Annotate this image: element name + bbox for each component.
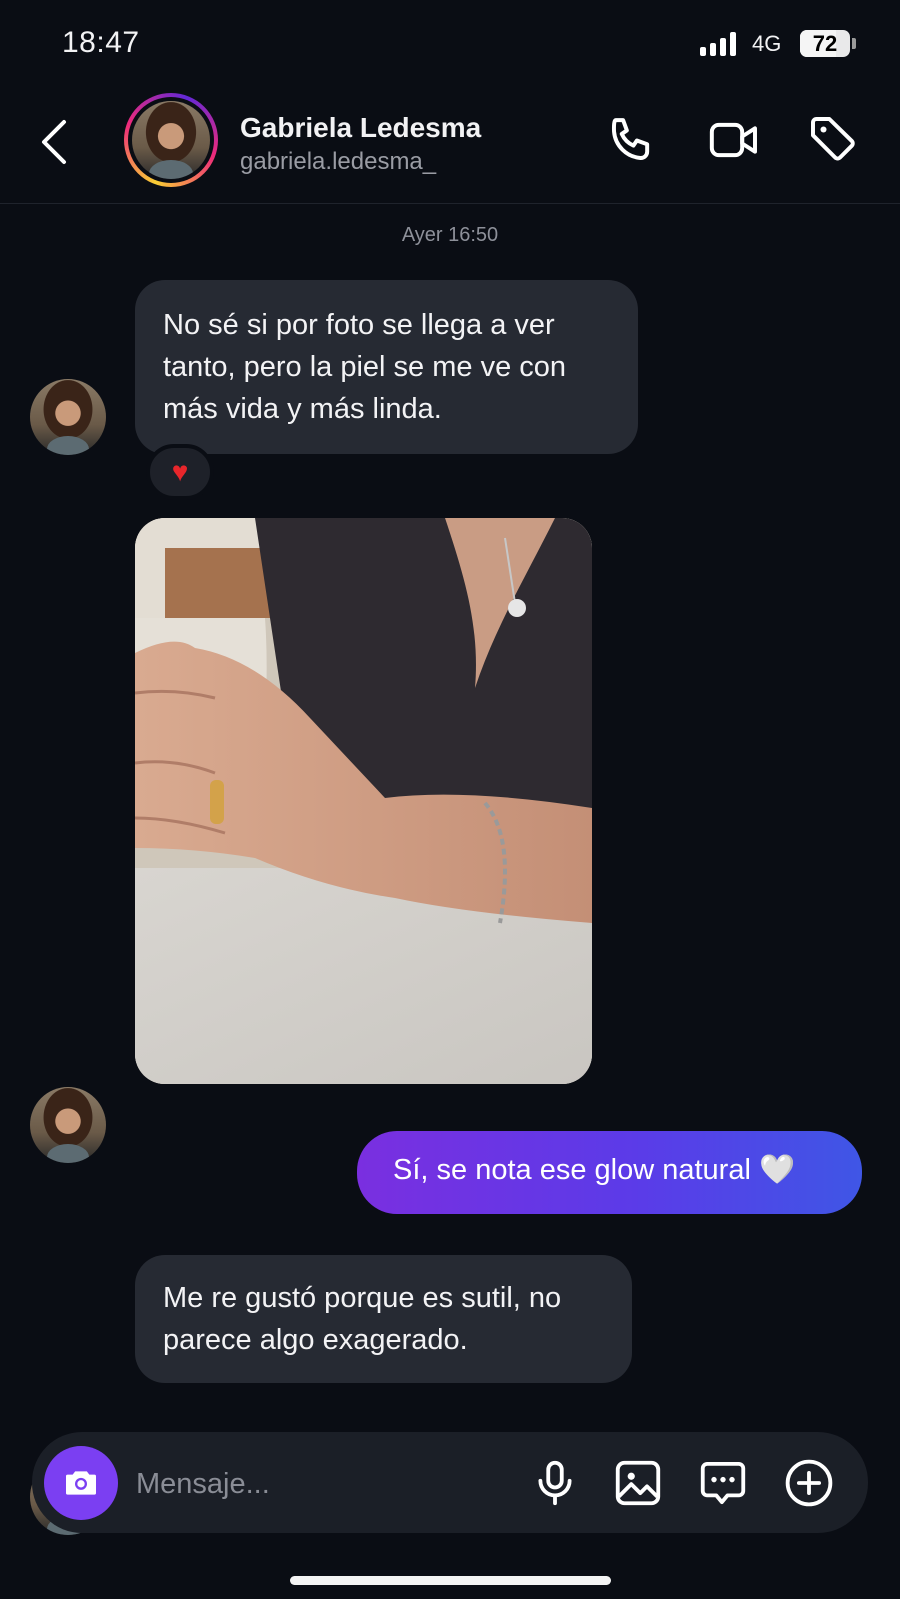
more-options-button[interactable] xyxy=(782,1456,836,1510)
avatar[interactable] xyxy=(30,1087,106,1163)
message-input[interactable] xyxy=(136,1464,496,1504)
message-text: No sé si por foto se llega a ver tanto, … xyxy=(163,309,567,425)
incoming-message[interactable]: No sé si por foto se llega a ver tanto, … xyxy=(135,280,638,454)
contact-handle[interactable]: gabriela.ledesma_ xyxy=(240,148,436,176)
avatar[interactable] xyxy=(30,379,106,455)
header-divider xyxy=(0,203,900,204)
signal-icon xyxy=(700,32,736,56)
status-time: 18:47 xyxy=(62,26,140,59)
contact-avatar[interactable] xyxy=(124,93,218,187)
message-text: Sí, se nota ese glow natural 🤍 xyxy=(393,1154,796,1186)
back-button[interactable] xyxy=(36,112,76,172)
heart-icon: ♥ xyxy=(171,456,189,487)
shared-photo[interactable] xyxy=(135,518,592,1084)
avatar-photo xyxy=(132,101,210,179)
video-call-button[interactable] xyxy=(706,112,762,168)
sticker-button[interactable] xyxy=(696,1456,750,1510)
battery-percent: 72 xyxy=(812,30,838,56)
gallery-button[interactable] xyxy=(611,1456,665,1510)
message-text: Me re gustó porque es sutil, no parece a… xyxy=(163,1282,562,1356)
battery-nub xyxy=(852,38,856,49)
plus-circle-icon xyxy=(785,1459,833,1507)
voice-message-button[interactable] xyxy=(528,1456,582,1510)
home-indicator xyxy=(290,1576,611,1585)
chevron-left-icon xyxy=(42,120,66,164)
battery-icon: 72 xyxy=(800,30,850,57)
phone-icon xyxy=(611,118,650,160)
contact-name[interactable]: Gabriela Ledesma xyxy=(240,112,481,144)
gallery-icon xyxy=(615,1460,661,1506)
photo-image xyxy=(135,518,592,1084)
network-type: 4G xyxy=(752,31,782,56)
microphone-icon xyxy=(538,1460,572,1506)
video-camera-icon xyxy=(709,122,757,158)
call-button[interactable] xyxy=(604,112,660,168)
outgoing-message[interactable]: Sí, se nota ese glow natural 🤍 xyxy=(357,1131,862,1214)
camera-button[interactable] xyxy=(44,1446,118,1520)
message-reaction[interactable]: ♥ xyxy=(146,444,214,500)
incoming-message[interactable]: Me re gustó porque es sutil, no parece a… xyxy=(135,1255,632,1383)
tag-icon xyxy=(811,117,855,161)
tag-button[interactable] xyxy=(806,112,862,168)
camera-icon xyxy=(66,1471,96,1495)
conversation-timestamp: Ayer 16:50 xyxy=(401,224,499,246)
sticker-chat-icon xyxy=(700,1461,746,1505)
